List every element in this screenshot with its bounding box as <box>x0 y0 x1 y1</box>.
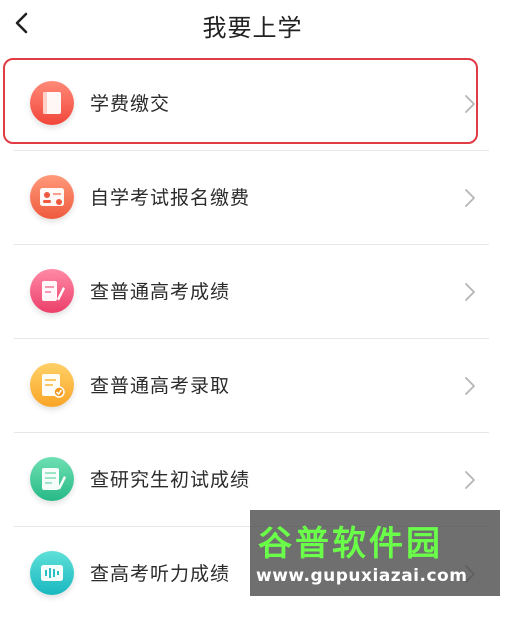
list-item-self-exam-registration[interactable]: 自学考试报名缴费 <box>0 151 505 245</box>
page-title: 我要上学 <box>202 14 303 42</box>
certificate-icon <box>30 363 74 407</box>
chevron-right-icon <box>465 283 475 301</box>
chevron-right-icon <box>465 189 475 207</box>
exam-icon <box>30 457 74 501</box>
top-bar: 我要上学 <box>0 0 505 52</box>
id-card-icon <box>30 175 74 219</box>
list-item-gaokao-score[interactable]: 查普通高考成绩 <box>0 245 505 339</box>
chevron-right-icon <box>465 377 475 395</box>
list-item-gaokao-admission[interactable]: 查普通高考录取 <box>0 339 505 433</box>
list-item-label: 查研究生初试成绩 <box>90 469 251 491</box>
chevron-right-icon <box>465 471 475 489</box>
list-item-label: 查普通高考录取 <box>90 375 231 397</box>
watermark-text: 谷普软件园 <box>258 524 443 564</box>
list-item-label: 查普通高考成绩 <box>90 281 231 303</box>
list-item-label: 自学考试报名缴费 <box>90 187 251 209</box>
list-item-label: 查高考听力成绩 <box>90 563 231 585</box>
watermark: 谷普软件园 www.gupuxiazai.com <box>250 510 500 596</box>
audio-icon <box>30 551 74 595</box>
watermark-url: www.gupuxiazai.com <box>256 566 468 586</box>
highlight-frame <box>3 58 478 144</box>
pen-paper-icon <box>30 269 74 313</box>
